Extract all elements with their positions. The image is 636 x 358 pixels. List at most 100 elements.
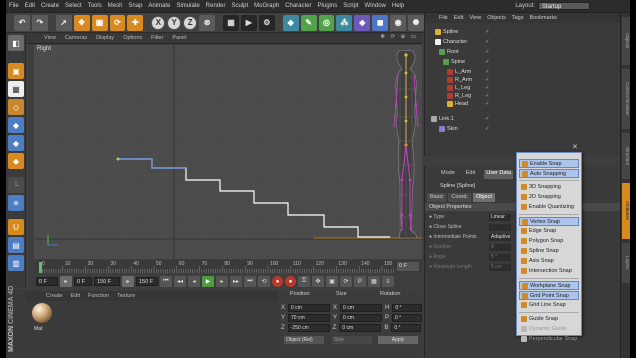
- visibility-check-icon[interactable]: ✓: [485, 126, 491, 132]
- viewport-right[interactable]: Right: [34, 45, 422, 259]
- snap-menu-item[interactable]: Enable Snap: [519, 159, 579, 168]
- material-menu-texture[interactable]: Texture: [117, 293, 135, 299]
- object-name[interactable]: Spine: [451, 59, 465, 65]
- viewport-menu-panel[interactable]: Panel: [172, 35, 186, 41]
- prev-key-icon[interactable]: ◂◂: [174, 276, 186, 287]
- position-x-field[interactable]: 0 cm: [288, 303, 331, 312]
- play-icon[interactable]: ▶: [202, 276, 214, 287]
- min-frame-field[interactable]: 0 F: [74, 277, 92, 286]
- attribute-value-field[interactable]: 8: [489, 244, 511, 251]
- menu-mesh[interactable]: Mesh: [105, 3, 126, 9]
- object-row[interactable]: L_Arm ✓: [425, 69, 615, 76]
- snap-menu-item[interactable]: Enable Quantizing: [519, 203, 579, 212]
- object-name[interactable]: L_Arm: [455, 69, 471, 75]
- snap-menu-item[interactable]: Edge Snap: [519, 227, 579, 236]
- object-row[interactable]: Spline ✓: [425, 29, 615, 36]
- locked-workplane-icon[interactable]: ▥: [8, 255, 24, 271]
- visibility-check-icon[interactable]: ✓: [485, 49, 491, 55]
- viewport-menu-filter[interactable]: Filter: [151, 35, 163, 41]
- attribute-value-field[interactable]: 5 °: [489, 254, 511, 261]
- menu-animate[interactable]: Animate: [145, 3, 173, 9]
- snap-menu-item[interactable]: Grid Line Snap: [519, 301, 579, 310]
- rotation-p-field[interactable]: 0 °: [392, 313, 423, 322]
- menu-render[interactable]: Render: [203, 3, 229, 9]
- snap-menu-item[interactable]: Polygon Snap: [519, 237, 579, 246]
- object-row[interactable]: Character ✓: [425, 39, 615, 46]
- max-frame-field[interactable]: 150 F: [136, 277, 158, 286]
- object-row[interactable]: Link.1 ✓: [425, 116, 615, 123]
- object-name[interactable]: Spline: [443, 29, 458, 35]
- redo-icon[interactable]: ↷: [31, 14, 48, 31]
- cube-primitive-icon[interactable]: ◆: [282, 14, 299, 31]
- menu-script[interactable]: Script: [340, 3, 361, 9]
- object-row[interactable]: R_Leg ✓: [425, 93, 615, 100]
- snap-menu-item[interactable]: Workplane Snap: [519, 281, 579, 290]
- size-z-field[interactable]: 0 cm: [339, 323, 382, 332]
- recent-tools-icon[interactable]: ✚: [127, 14, 144, 31]
- texture-mode-icon[interactable]: ▦: [8, 81, 24, 97]
- attr-mode-user-data[interactable]: User Data: [484, 170, 514, 179]
- rotation-h-field[interactable]: 0 °: [392, 303, 423, 312]
- snap-menu-item[interactable]: Intersection Snap: [519, 267, 579, 276]
- side-tab[interactable]: Structure: [622, 133, 630, 179]
- snap-menu-item[interactable]: Vertex Snap: [519, 217, 579, 226]
- menu-file[interactable]: File: [6, 3, 22, 9]
- size-x-field[interactable]: 0 cm: [340, 303, 383, 312]
- next-key-icon[interactable]: ▸▸: [230, 276, 242, 287]
- attribute-value-field[interactable]: [489, 224, 511, 231]
- loop-icon[interactable]: ⟲: [258, 276, 270, 287]
- rotation-key-icon[interactable]: ⟳: [340, 276, 352, 287]
- viewport-nav-controls[interactable]: ✥ ⟳ ⊕ ▭: [380, 34, 418, 40]
- edges-mode-icon[interactable]: ◆: [8, 135, 24, 151]
- snap-menu-item[interactable]: Grid Point Snap: [519, 291, 579, 300]
- visibility-check-icon[interactable]: ✓: [485, 69, 491, 75]
- workplane-snap-icon[interactable]: ▤: [8, 237, 24, 253]
- material-menu-function[interactable]: Function: [88, 293, 109, 299]
- objmgr-menu-bookmarks[interactable]: Bookmarks: [529, 15, 557, 21]
- side-tab[interactable]: Content Browser: [622, 69, 630, 129]
- snap-icon[interactable]: U: [8, 219, 24, 235]
- start-frame-field[interactable]: 0 F: [36, 277, 58, 286]
- object-row[interactable]: Skin ✓: [425, 126, 615, 133]
- object-name[interactable]: Head: [455, 101, 468, 107]
- position-y-field[interactable]: 70 cm: [288, 313, 331, 322]
- snap-menu-item[interactable]: 2D Snapping: [519, 193, 579, 202]
- tab-object[interactable]: Object: [472, 193, 495, 202]
- attr-mode-mode[interactable]: Mode: [439, 170, 457, 179]
- visibility-check-icon[interactable]: ✓: [485, 116, 491, 122]
- camera-icon[interactable]: ◉: [390, 14, 407, 31]
- visibility-check-icon[interactable]: ✓: [485, 101, 491, 107]
- min-arrow-icon[interactable]: ▸: [60, 276, 72, 287]
- rotation-b-field[interactable]: 0 °: [391, 323, 422, 332]
- visibility-check-icon[interactable]: ✓: [485, 77, 491, 83]
- object-row[interactable]: Head ✓: [425, 101, 615, 108]
- position-key-icon[interactable]: ✥: [312, 276, 324, 287]
- visibility-check-icon[interactable]: ✓: [485, 59, 491, 65]
- menu-help[interactable]: Help: [389, 3, 407, 9]
- pla-key-icon[interactable]: ▦: [368, 276, 380, 287]
- coordinate-system-icon[interactable]: ⊗: [199, 14, 216, 31]
- visibility-check-icon[interactable]: ✓: [485, 85, 491, 91]
- y-axis-lock-button[interactable]: Y: [167, 15, 182, 30]
- snap-menu-item[interactable]: Perpendicular Snap: [519, 335, 579, 344]
- workplane-icon[interactable]: ◇: [8, 99, 24, 115]
- object-row[interactable]: Spine ✓: [425, 59, 615, 66]
- side-tab[interactable]: Objects: [622, 17, 630, 65]
- x-axis-lock-button[interactable]: X: [151, 15, 166, 30]
- attr-mode-edit[interactable]: Edit: [464, 170, 477, 179]
- menu-create[interactable]: Create: [38, 3, 62, 9]
- select-cursor-icon[interactable]: ➚: [55, 14, 72, 31]
- layout-dropdown[interactable]: Startup: [538, 2, 590, 10]
- object-row[interactable]: R_Arm ✓: [425, 77, 615, 84]
- snap-menu-item[interactable]: Auto Snapping: [519, 169, 579, 178]
- tab-basic[interactable]: Basic: [427, 193, 447, 202]
- menu-plugins[interactable]: Plugins: [315, 3, 341, 9]
- record-keys-icon[interactable]: ●: [272, 276, 283, 287]
- scale-tool-icon[interactable]: ▣: [91, 14, 108, 31]
- viewport-menu-cameras[interactable]: Cameras: [65, 35, 87, 41]
- autokey-icon[interactable]: ●: [285, 276, 296, 287]
- undo-icon[interactable]: ↶: [14, 14, 30, 31]
- snap-menu-item[interactable]: Guide Snap: [519, 315, 579, 324]
- points-mode-icon[interactable]: ◆: [8, 117, 24, 133]
- timeline-ruler[interactable]: 0 10 20 30 40 50 60 70 80 90 100 110 120 130 140 150 0 …: [34, 260, 422, 273]
